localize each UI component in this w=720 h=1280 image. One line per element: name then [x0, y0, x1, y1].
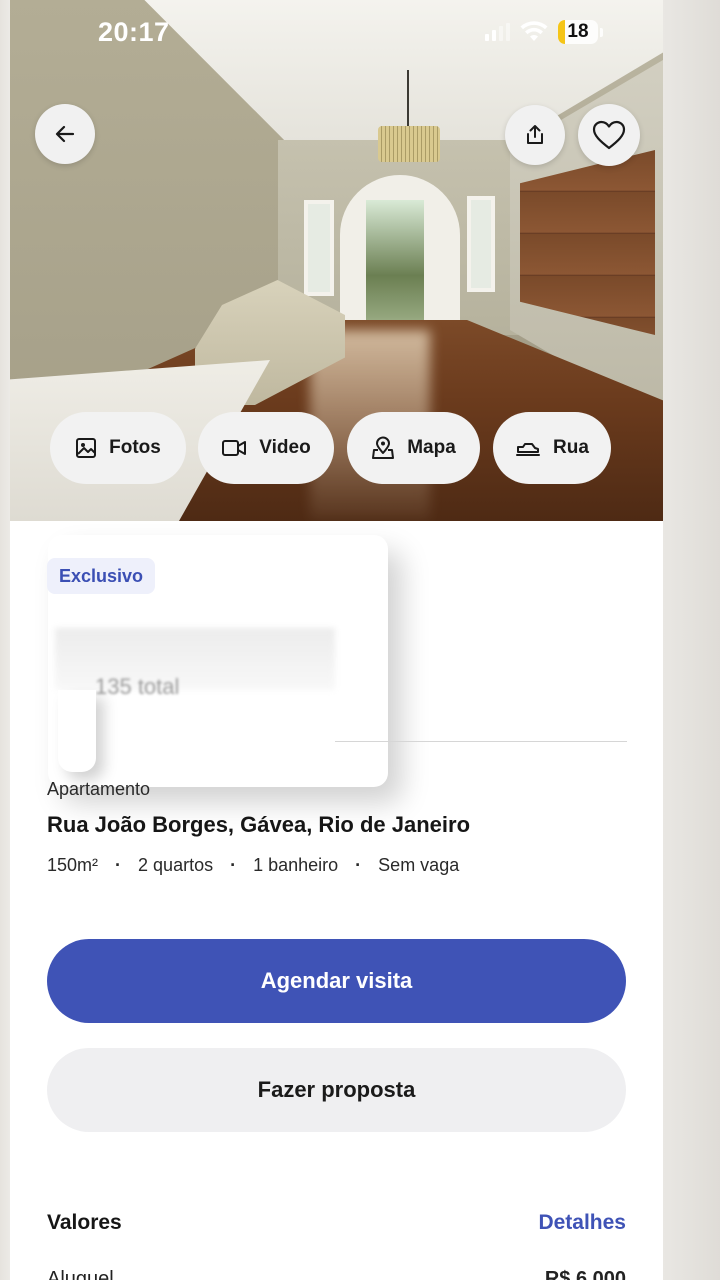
photo-window-left	[304, 200, 334, 296]
arrow-left-icon	[55, 125, 75, 143]
favorite-button[interactable]	[578, 104, 640, 166]
status-time: 20:17	[98, 17, 170, 47]
video-icon	[222, 440, 247, 456]
separator-dot: ·	[230, 855, 237, 875]
battery-icon: 18	[558, 20, 598, 44]
status-icons: 18	[485, 20, 603, 44]
tab-street-label: Rua	[553, 437, 589, 458]
tab-video[interactable]: Video	[198, 412, 334, 484]
obscured-card-tab	[58, 690, 96, 772]
schedule-visit-button[interactable]: Agendar visita	[47, 939, 626, 1023]
property-type: Apartamento	[47, 779, 151, 799]
battery-level: 18	[567, 21, 589, 42]
exclusive-badge: Exclusivo	[47, 558, 156, 594]
photo-lamp-cord	[407, 70, 409, 126]
cellular-signal-icon	[485, 23, 510, 41]
values-row: Aluguel R$ 6.000	[47, 1268, 626, 1280]
feature-bedrooms: 2 quartos	[138, 855, 214, 875]
map-pin-icon	[372, 436, 395, 459]
photo-window-right	[467, 196, 495, 292]
feature-area: 150m²	[47, 855, 99, 875]
obscured-total-text: 135 total	[95, 674, 180, 699]
property-features: 150m² · 2 quartos · 1 banheiro · Sem vag…	[47, 855, 459, 876]
values-title: Valores	[47, 1211, 122, 1234]
battery-tip	[600, 27, 603, 37]
heart-icon	[592, 120, 626, 150]
separator-dot: ·	[115, 855, 122, 875]
share-icon	[527, 125, 543, 144]
feature-bathrooms: 1 banheiro	[253, 855, 339, 875]
tab-video-label: Video	[259, 437, 311, 458]
details-link[interactable]: Detalhes	[538, 1211, 626, 1235]
screen: 20:17 18 Fotos Video Mapa Rua 135 total …	[10, 0, 663, 1280]
separator-dot: ·	[355, 855, 362, 875]
tab-photos[interactable]: Fotos	[50, 412, 186, 484]
street-view-icon	[516, 443, 541, 456]
tab-street[interactable]: Rua	[493, 412, 611, 484]
tab-photos-label: Fotos	[109, 437, 161, 458]
image-icon	[76, 438, 97, 458]
wifi-icon	[520, 21, 548, 41]
values-row-label: Aluguel	[47, 1268, 114, 1280]
tab-map[interactable]: Mapa	[347, 412, 480, 484]
photo-lamp	[378, 126, 440, 162]
property-address: Rua João Borges, Gávea, Rio de Janeiro	[47, 812, 471, 837]
share-button[interactable]	[505, 105, 565, 165]
tab-map-label: Mapa	[407, 437, 456, 458]
values-row-value: R$ 6.000	[544, 1268, 626, 1280]
back-button[interactable]	[35, 104, 95, 164]
make-offer-button[interactable]: Fazer proposta	[47, 1048, 626, 1132]
feature-parking: Sem vaga	[378, 855, 460, 875]
photo-door-glass	[366, 200, 424, 326]
divider	[335, 741, 627, 742]
